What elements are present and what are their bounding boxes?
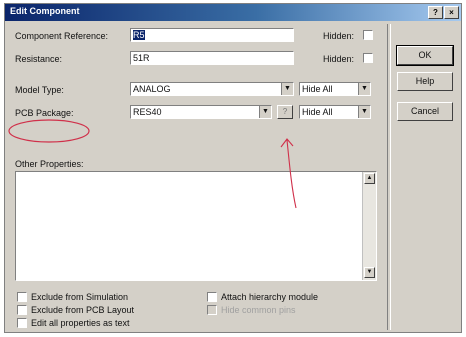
ok-button[interactable]: OK	[396, 45, 454, 66]
model-type-value: ANALOG	[133, 84, 171, 94]
component-reference-value: R5	[133, 30, 145, 40]
component-reference-input[interactable]: R5	[130, 28, 294, 42]
edit-component-dialog: Edit Component ? × Component Reference: …	[4, 3, 462, 333]
hide-common-pins-checkbox	[207, 305, 217, 315]
edit-as-text-label: Edit all properties as text	[31, 318, 130, 328]
exclude-pcb-label: Exclude from PCB Layout	[31, 305, 135, 315]
exclude-simulation-checkbox[interactable]	[17, 292, 27, 302]
other-properties-label: Other Properties:	[15, 159, 84, 169]
pcb-package-hide-select[interactable]: Hide All ▼	[299, 105, 371, 119]
chevron-down-icon: ▼	[358, 83, 370, 95]
scroll-down-icon[interactable]: ▼	[364, 267, 375, 278]
exclude-pcb-checkbox[interactable]	[17, 305, 27, 315]
model-type-label: Model Type:	[15, 85, 64, 95]
model-type-select[interactable]: ANALOG ▼	[130, 82, 294, 96]
chevron-down-icon: ▼	[259, 106, 271, 118]
hide-common-pins-label: Hide common pins	[221, 305, 296, 315]
attach-hierarchy-checkbox[interactable]	[207, 292, 217, 302]
context-help-button[interactable]: ?	[428, 6, 443, 19]
other-properties-textarea[interactable]: ▲ ▼	[15, 171, 377, 281]
title-bar: Edit Component ? ×	[5, 4, 461, 21]
pcb-package-label: PCB Package:	[15, 108, 74, 118]
window-title: Edit Component	[10, 6, 80, 16]
resistance-label: Resistance:	[15, 54, 63, 64]
exclude-simulation-label: Exclude from Simulation	[31, 292, 129, 302]
attach-hierarchy-label: Attach hierarchy module	[221, 292, 319, 302]
chevron-down-icon: ▼	[281, 83, 293, 95]
help-button[interactable]: Help	[397, 72, 453, 91]
model-type-hide-select[interactable]: Hide All ▼	[299, 82, 371, 96]
pcb-package-hide-value: Hide All	[302, 107, 333, 117]
pcb-package-browse-button[interactable]: ?	[277, 105, 293, 119]
hidden-label-reference: Hidden:	[323, 31, 355, 41]
scroll-up-icon[interactable]: ▲	[364, 173, 375, 184]
resistance-input[interactable]: 51R	[130, 51, 294, 65]
cancel-button[interactable]: Cancel	[397, 102, 453, 121]
component-reference-label: Component Reference:	[15, 31, 109, 41]
pcb-package-value: RES40	[133, 107, 162, 117]
model-type-hide-value: Hide All	[302, 84, 333, 94]
chevron-down-icon: ▼	[358, 106, 370, 118]
close-button[interactable]: ×	[444, 6, 459, 19]
vertical-scrollbar[interactable]: ▲ ▼	[362, 172, 376, 280]
edit-as-text-checkbox[interactable]	[17, 318, 27, 328]
pcb-package-select[interactable]: RES40 ▼	[130, 105, 272, 119]
vertical-separator	[387, 24, 391, 330]
hidden-resistance-checkbox[interactable]	[363, 53, 373, 63]
hidden-reference-checkbox[interactable]	[363, 30, 373, 40]
hidden-label-resistance: Hidden:	[323, 54, 355, 64]
